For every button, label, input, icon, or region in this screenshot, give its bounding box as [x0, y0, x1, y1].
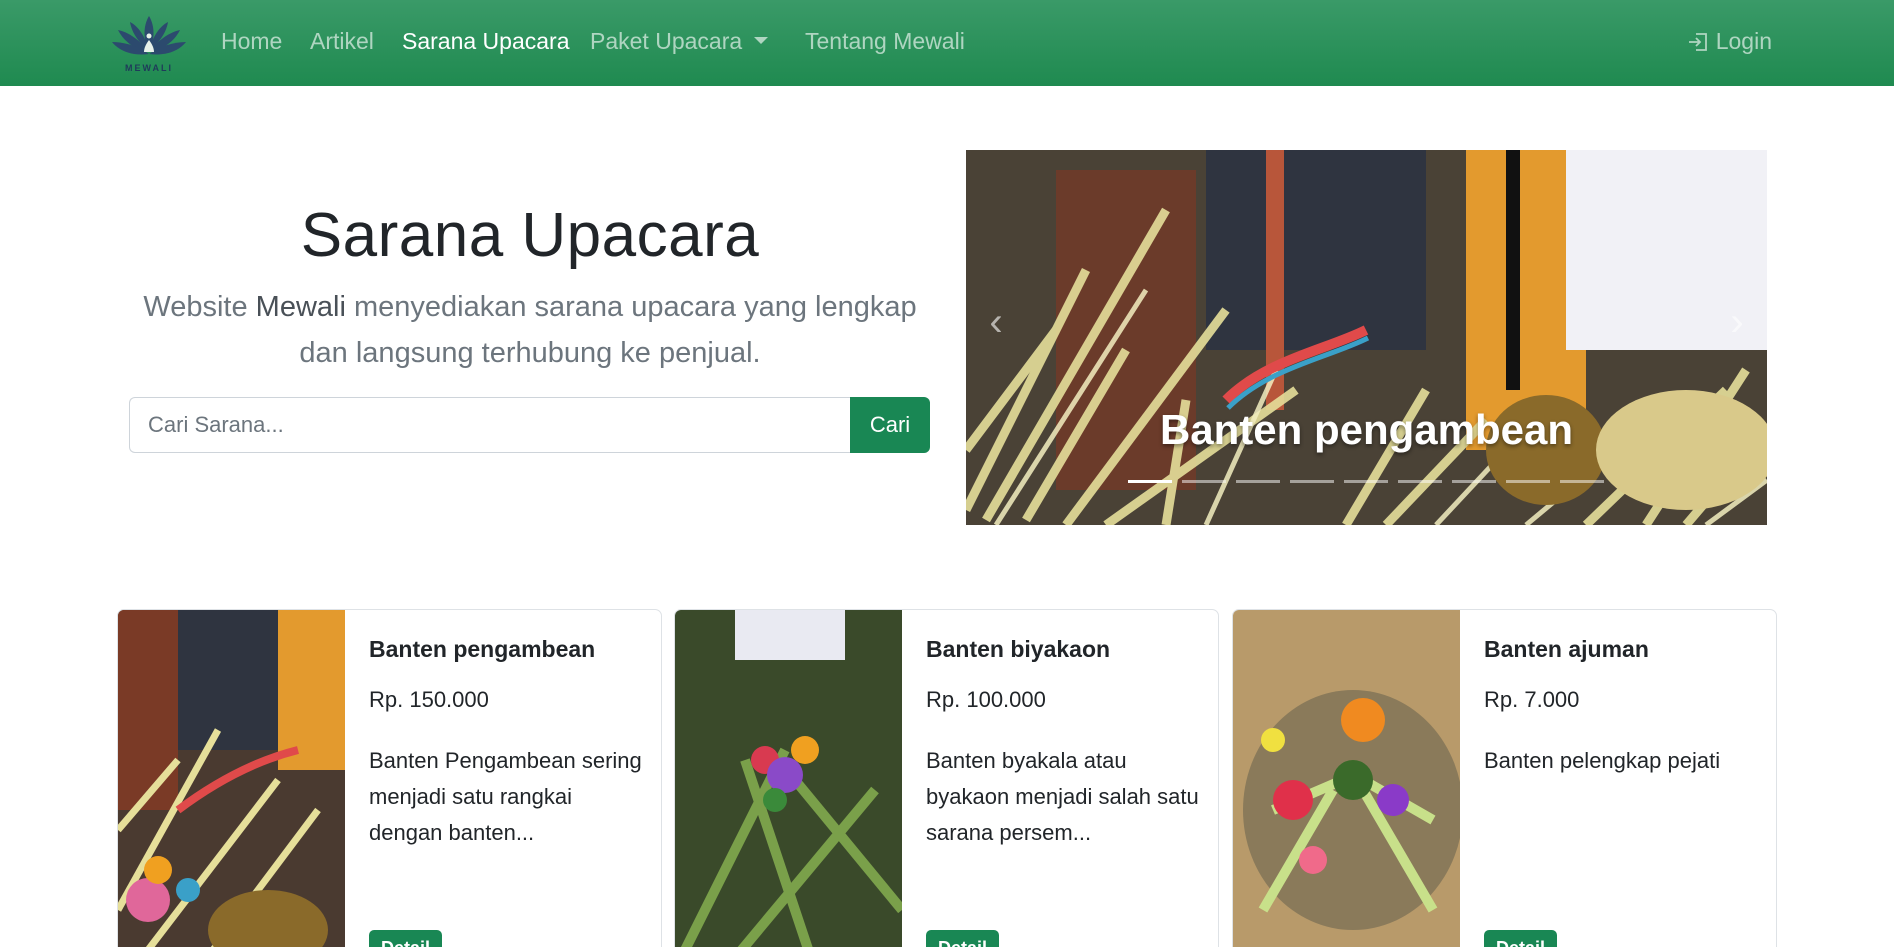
detail-button[interactable]: Detail — [926, 930, 1000, 947]
brand-name: MEWALI — [125, 63, 173, 73]
product-image — [118, 610, 345, 947]
hero-carousel[interactable]: ‹ › Banten pengambean — [966, 150, 1767, 525]
nav-paket-upacara-label: Paket Upacara — [590, 28, 743, 54]
search-form: Cari — [129, 397, 930, 453]
detail-button[interactable]: Detail — [1484, 930, 1558, 947]
product-name: Banten pengambean — [369, 636, 596, 662]
product-image — [1233, 610, 1460, 947]
product-card: Banten biyakaon Rp. 100.000 Banten byaka… — [674, 609, 1219, 947]
caret-down-icon — [754, 37, 769, 45]
product-description: Banten pelengkap pejati — [1484, 748, 1721, 773]
product-card-body: Banten pengambean Rp. 150.000 Banten Pen… — [369, 636, 649, 851]
product-name: Banten ajuman — [1484, 636, 1649, 662]
navbar: MEWALI Home Artikel Sarana Upacara Paket… — [0, 0, 1894, 86]
carousel-prev-icon[interactable]: ‹ — [976, 300, 1016, 370]
detail-button[interactable]: Detail — [369, 930, 443, 947]
carousel-indicator[interactable] — [1506, 480, 1550, 483]
search-button[interactable]: Cari — [850, 397, 930, 453]
product-description: Banten byakala atau byakaon menjadi sala… — [926, 748, 1199, 845]
carousel-indicator[interactable] — [1290, 480, 1334, 483]
carousel-indicator[interactable] — [1560, 480, 1604, 483]
hero-sub-pre: Website — [143, 291, 256, 323]
nav-paket-upacara-dropdown[interactable]: Paket Upacara — [590, 28, 769, 55]
product-price: Rp. 7.000 — [1484, 687, 1580, 712]
carousel-indicator[interactable] — [1452, 480, 1496, 483]
carousel-next-icon[interactable]: › — [1717, 300, 1757, 370]
nav-artikel[interactable]: Artikel — [310, 28, 374, 55]
hero-subtitle: Website Mewali menyediakan sarana upacar… — [130, 284, 930, 376]
product-image — [675, 610, 902, 947]
hero-sub-brand: Mewali — [255, 291, 346, 323]
page-title: Sarana Upacara — [300, 201, 760, 270]
carousel-photo — [966, 150, 1767, 525]
product-card: Banten pengambean Rp. 150.000 Banten Pen… — [117, 609, 662, 947]
carousel-indicator[interactable] — [1128, 480, 1172, 483]
brand-logo[interactable]: MEWALI — [110, 10, 188, 74]
nav-home[interactable]: Home — [221, 28, 282, 55]
carousel-indicator[interactable] — [1236, 480, 1280, 483]
product-price: Rp. 100.000 — [926, 687, 1046, 712]
login-link[interactable]: Login — [1686, 28, 1772, 55]
product-name: Banten biyakaon — [926, 636, 1111, 662]
carousel-indicator[interactable] — [1398, 480, 1442, 483]
login-icon — [1688, 32, 1707, 51]
product-card: Banten ajuman Rp. 7.000 Banten pelengkap… — [1232, 609, 1777, 947]
product-description: Banten Pengambean sering menjadi satu ra… — [369, 748, 642, 845]
product-price: Rp. 150.000 — [369, 687, 489, 712]
carousel-indicator[interactable] — [1182, 480, 1226, 483]
hero-sub-post: menyediakan sarana upacara yang lengkap … — [299, 291, 917, 369]
product-card-body: Banten biyakaon Rp. 100.000 Banten byaka… — [926, 636, 1206, 851]
carousel-caption: Banten pengambean — [1159, 406, 1574, 453]
nav-tentang-mewali[interactable]: Tentang Mewali — [805, 28, 965, 55]
nav-sarana-upacara[interactable]: Sarana Upacara — [402, 28, 570, 55]
product-card-body: Banten ajuman Rp. 7.000 Banten pelengkap… — [1484, 636, 1764, 779]
lotus-logo-icon — [112, 16, 186, 55]
search-input[interactable] — [129, 397, 850, 453]
carousel-indicators — [1128, 480, 1604, 483]
login-label: Login — [1715, 28, 1772, 54]
carousel-indicator[interactable] — [1344, 480, 1388, 483]
